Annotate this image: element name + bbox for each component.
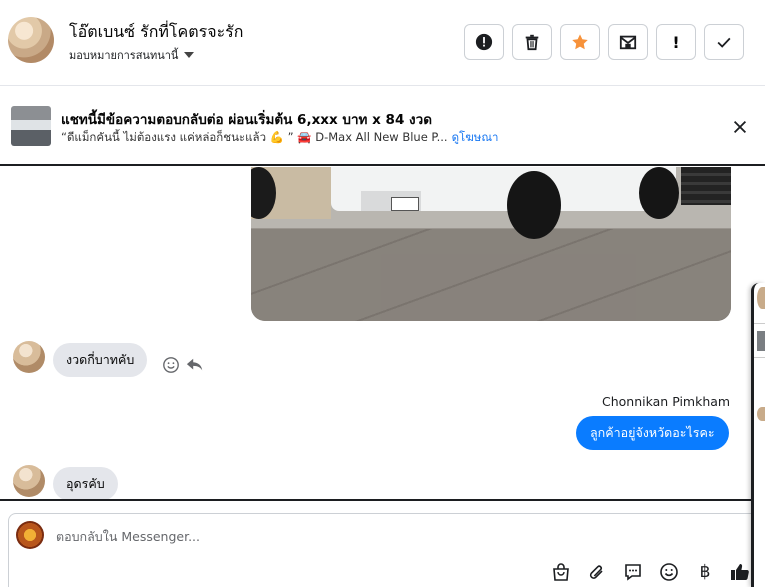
contact-name[interactable]: โอ๊ตเบนซ์ รักที่โคตรจะรัก (69, 20, 243, 45)
baht-icon: ฿ (699, 562, 711, 582)
done-button[interactable] (704, 24, 744, 60)
chat-bubble-icon (625, 564, 641, 581)
mark-unread-button[interactable] (608, 24, 648, 60)
chevron-down-icon (184, 52, 195, 58)
exclamation-icon: ! (672, 32, 680, 52)
report-icon (475, 33, 493, 51)
outgoing-message[interactable]: ลูกค้าอยู่จังหวัดอะไรคะ (576, 416, 729, 450)
assign-conversation-dropdown[interactable]: มอบหมายการสนทนานี้ (69, 46, 195, 64)
close-icon[interactable] (731, 118, 749, 136)
image-attachment[interactable] (251, 167, 731, 321)
assign-label: มอบหมายการสนทนานี้ (69, 49, 179, 62)
checkmark-icon (717, 37, 731, 48)
trash-icon (525, 34, 539, 51)
thumbs-up-icon (731, 564, 749, 580)
incoming-message[interactable]: อุดรคับ (53, 467, 118, 501)
emoji-button[interactable] (658, 561, 680, 583)
view-ad-link[interactable]: ดูโฆษณา (452, 130, 499, 144)
ad-context-banner: แชทนี้มีข้อความตอบกลับต่อ ผ่อนเริ่มต้น 6… (0, 87, 765, 166)
like-button[interactable] (729, 561, 751, 583)
shop-button[interactable] (550, 561, 572, 583)
ad-thumbnail (11, 106, 51, 146)
attach-button[interactable] (586, 561, 608, 583)
message-composer (8, 513, 765, 587)
star-button[interactable] (560, 24, 600, 60)
saved-replies-button[interactable] (622, 561, 644, 583)
delete-button[interactable] (512, 24, 552, 60)
reply-input[interactable] (56, 527, 556, 545)
smiley-react-icon[interactable] (162, 356, 180, 374)
page-avatar (16, 521, 44, 549)
payment-button[interactable]: ฿ (694, 561, 716, 583)
paperclip-icon (589, 565, 603, 579)
contact-avatar-small (13, 341, 45, 373)
shopping-bag-icon (553, 563, 569, 581)
reply-icon[interactable] (186, 356, 204, 374)
ad-title: แชทนี้มีข้อความตอบกลับต่อ ผ่อนเริ่มต้น 6… (61, 112, 432, 128)
ad-subtitle: “ดีแม็กคันนี้ ไม่ต้องแรง แค่หล่อก็ชนะแล้… (61, 129, 498, 147)
divider (0, 499, 765, 501)
smiley-icon (660, 563, 678, 581)
ad-subtitle-text: “ดีแม็กคันนี้ ไม่ต้องแรง แค่หล่อก็ชนะแล้… (61, 130, 448, 144)
side-panel-overlay[interactable] (751, 283, 765, 587)
star-icon (572, 34, 588, 50)
incoming-message[interactable]: งวดกี่บาทคับ (53, 343, 148, 377)
contact-avatar[interactable] (8, 17, 54, 63)
report-button[interactable] (464, 24, 504, 60)
mark-unread-icon (619, 35, 637, 50)
sender-name: Chonnikan Pimkham (602, 394, 731, 409)
flag-button[interactable]: ! (656, 24, 696, 60)
conversation-header: โอ๊ตเบนซ์ รักที่โคตรจะรัก มอบหมายการสนทน… (0, 0, 765, 86)
contact-avatar-small (13, 465, 45, 497)
